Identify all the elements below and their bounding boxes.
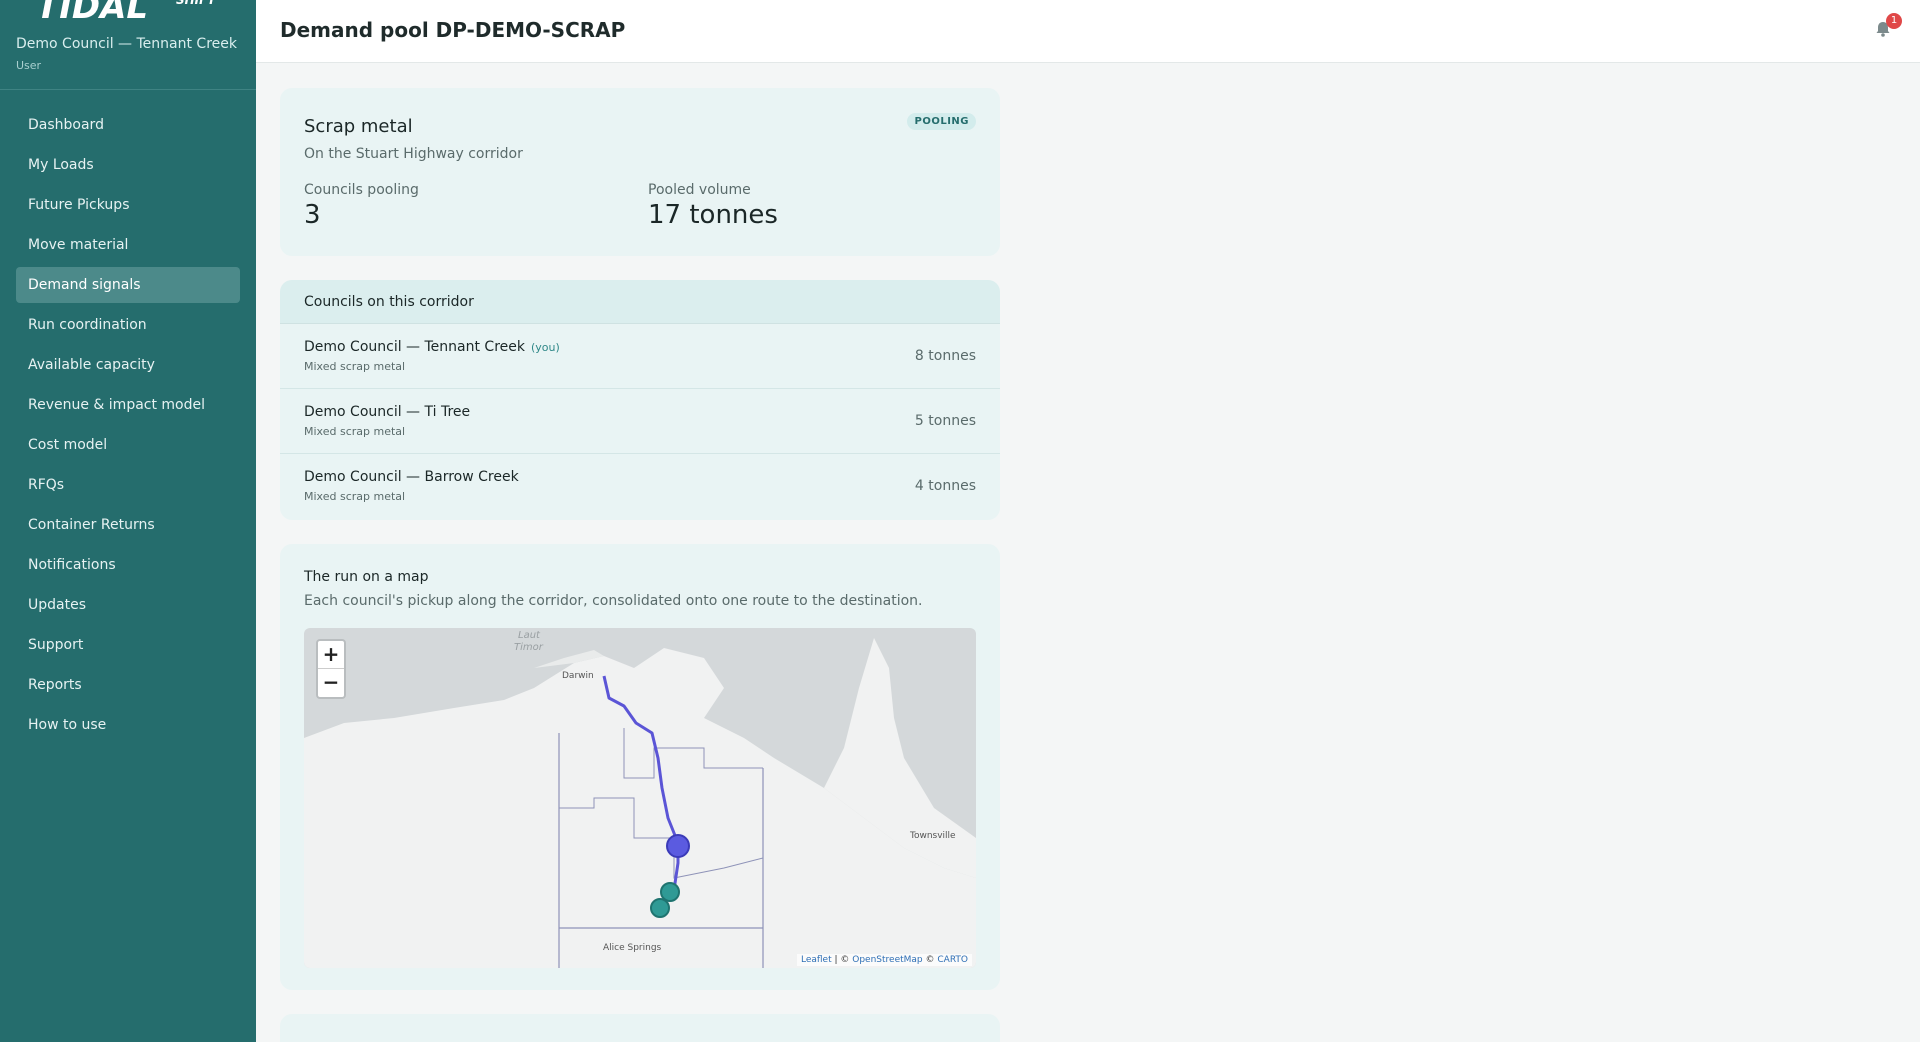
status-badge: POOLING [907, 113, 976, 130]
material-title: Scrap metal [304, 116, 413, 137]
councils-pooling-label: Councils pooling [304, 182, 419, 198]
pickup-marker [650, 898, 670, 918]
leaflet-link[interactable]: Leaflet [801, 955, 832, 965]
zoom-out-button[interactable]: − [318, 669, 344, 697]
map-attribution: Leaflet | © OpenStreetMap © CARTO [796, 954, 972, 966]
attribution-sep: © [922, 955, 938, 965]
council-row: Demo Council — Barrow Creek Mixed scrap … [280, 454, 1000, 519]
pooled-volume-value: 17 tonnes [648, 200, 778, 230]
svg-text:SHIFT: SHIFT [176, 0, 216, 7]
sidebar-item-support[interactable]: Support [16, 627, 240, 663]
sidebar-item-reports[interactable]: Reports [16, 667, 240, 703]
council-material: Mixed scrap metal [304, 490, 406, 503]
map-label-sea: Laut [518, 630, 541, 641]
sidebar-item-future-pickups[interactable]: Future Pickups [16, 187, 240, 223]
sidebar-item-revenue-impact-model[interactable]: Revenue & impact model [16, 387, 240, 423]
council-material: Mixed scrap metal [304, 360, 406, 373]
sidebar-item-cost-model[interactable]: Cost model [16, 427, 240, 463]
council-name-text: Demo Council — Tennant Creek [304, 339, 525, 355]
osm-link[interactable]: OpenStreetMap [852, 955, 922, 965]
councils-card: Councils on this corridor Demo Council —… [280, 280, 1000, 520]
sidebar-item-demand-signals[interactable]: Demand signals [16, 267, 240, 303]
council-name: Demo Council — Barrow Creek [304, 469, 519, 485]
sidebar-item-my-loads[interactable]: My Loads [16, 147, 240, 183]
corridor-subtitle: On the Stuart Highway corridor [304, 146, 523, 162]
attribution-sep: | © [831, 955, 853, 965]
council-quantity: 5 tonnes [914, 413, 976, 429]
council-quantity: 4 tonnes [914, 478, 976, 494]
destination-marker [666, 834, 690, 858]
map-canvas[interactable]: Laut Timor Darwin Townsville Alice Sprin… [304, 628, 976, 968]
map-subtitle: Each council's pickup along the corridor… [304, 593, 923, 609]
council-name: Demo Council — Tennant Creek (you) [304, 339, 560, 355]
sidebar-item-updates[interactable]: Updates [16, 587, 240, 623]
council-name: Demo Council — Ti Tree [304, 404, 471, 420]
route-map[interactable]: Laut Timor Darwin Townsville Alice Sprin… [304, 628, 976, 968]
council-material: Mixed scrap metal [304, 425, 406, 438]
map-card: The run on a map Each council's pickup a… [280, 544, 1000, 990]
sidebar-item-notifications[interactable]: Notifications [16, 547, 240, 583]
org-name: Demo Council — Tennant Creek [16, 36, 237, 52]
carto-link[interactable]: CARTO [937, 955, 968, 965]
sidebar-nav: Dashboard My Loads Future Pickups Move m… [16, 107, 240, 747]
tidal-shift-logo: TIDAL SHIFT [36, 0, 216, 24]
map-label-darwin: Darwin [562, 671, 594, 681]
council-quantity: 8 tonnes [914, 348, 976, 364]
map-label-sea: Timor [514, 642, 544, 653]
sidebar-item-rfqs[interactable]: RFQs [16, 467, 240, 503]
page-title: Demand pool DP-DEMO-SCRAP [280, 18, 626, 42]
sidebar-divider [0, 89, 256, 90]
sidebar-item-move-material[interactable]: Move material [16, 227, 240, 263]
map-label-alice-springs: Alice Springs [603, 943, 662, 953]
svg-text:TIDAL: TIDAL [36, 0, 148, 24]
sidebar: TIDAL SHIFT Demo Council — Tennant Creek… [0, 0, 256, 1042]
sidebar-item-available-capacity[interactable]: Available capacity [16, 347, 240, 383]
you-tag: (you) [531, 341, 560, 354]
notification-count-badge: 1 [1886, 13, 1902, 29]
zoom-in-button[interactable]: + [318, 641, 344, 669]
next-card [280, 1014, 1000, 1042]
zoom-control: + − [316, 639, 346, 699]
council-row: Demo Council — Ti Tree Mixed scrap metal… [280, 389, 1000, 454]
pooled-volume-label: Pooled volume [648, 182, 751, 198]
council-row: Demo Council — Tennant Creek (you) Mixed … [280, 324, 1000, 389]
user-role: User [16, 59, 42, 72]
pool-summary-card: Scrap metal On the Stuart Highway corrid… [280, 88, 1000, 256]
map-title: The run on a map [304, 569, 429, 585]
sidebar-item-container-returns[interactable]: Container Returns [16, 507, 240, 543]
councils-heading: Councils on this corridor [280, 280, 1000, 324]
sidebar-item-run-coordination[interactable]: Run coordination [16, 307, 240, 343]
councils-pooling-value: 3 [304, 200, 321, 230]
pickup-marker [660, 882, 680, 902]
sidebar-item-how-to-use[interactable]: How to use [16, 707, 240, 743]
sidebar-item-dashboard[interactable]: Dashboard [16, 107, 240, 143]
top-bar: Demand pool DP-DEMO-SCRAP 1 [256, 0, 1920, 63]
map-label-townsville: Townsville [909, 831, 956, 841]
